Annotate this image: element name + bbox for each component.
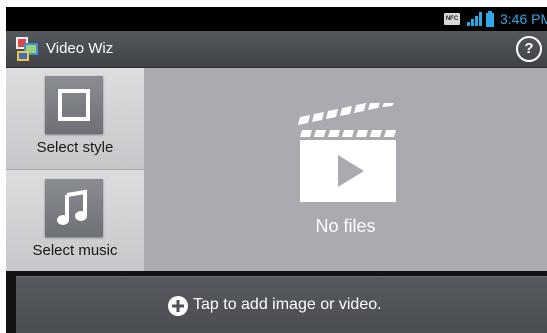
music-note-icon: [57, 189, 87, 225]
bottom-strip: Tap to add image or video.: [6, 271, 547, 333]
status-bar: NFC 3:46 PM: [6, 7, 547, 31]
select-music-label: Select music: [32, 242, 118, 259]
status-time: 3:46 PM: [500, 11, 547, 27]
no-files-text: No files: [315, 216, 376, 236]
signal-icon: [467, 12, 482, 26]
action-bar: Video Wiz ?: [6, 31, 547, 68]
clapperboard-play-icon: [298, 103, 396, 202]
select-music-button[interactable]: Select music: [6, 170, 144, 271]
style-tile: [45, 76, 103, 134]
square-frame-icon: [58, 89, 90, 121]
preview-area: No files: [144, 68, 547, 271]
help-button[interactable]: ?: [516, 36, 542, 62]
add-media-button[interactable]: Tap to add image or video.: [16, 276, 547, 333]
add-media-label: Tap to add image or video.: [193, 296, 382, 313]
music-tile: [45, 179, 103, 237]
plus-circle-icon: [168, 296, 188, 316]
app-screen: NFC 3:46 PM Video Wiz ? Select style Sel…: [6, 7, 547, 333]
select-style-label: Select style: [36, 139, 114, 156]
options-panel: Select style Select music: [6, 68, 144, 271]
battery-icon: [486, 11, 494, 27]
select-style-button[interactable]: Select style: [6, 68, 144, 170]
video-wiz-app-icon: [16, 37, 38, 61]
nfc-icon: NFC: [444, 13, 460, 25]
app-title: Video Wiz: [46, 40, 114, 57]
